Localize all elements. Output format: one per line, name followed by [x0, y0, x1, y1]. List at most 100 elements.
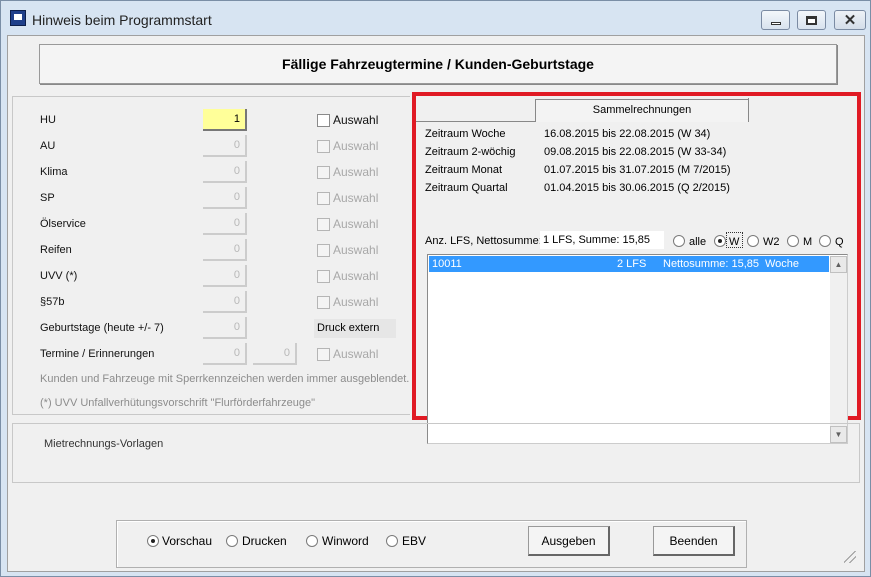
zeitraum-woche-label: Zeitraum Woche	[425, 128, 506, 140]
filter-w-label[interactable]: W	[729, 236, 739, 248]
drucken-radio[interactable]	[226, 535, 238, 547]
close-icon: ✕	[843, 11, 857, 29]
label-klima: Klima	[40, 166, 68, 178]
maximize-button[interactable]	[797, 10, 826, 30]
zeitraum-monat-label: Zeitraum Monat	[425, 164, 503, 176]
filter-alle-radio[interactable]	[673, 235, 685, 247]
minimize-icon	[770, 21, 781, 25]
sammelrechnungen-panel: Sammelrechnungen Zeitraum Woche 16.08.20…	[412, 92, 861, 444]
winword-label[interactable]: Winword	[322, 534, 369, 548]
termine-panel: HU 1 Auswahl AU 0 Auswahl Klima 0 Auswah…	[12, 96, 410, 415]
list-scrollbar[interactable]: ▲ ▼	[830, 256, 847, 443]
zeitraum-monat-value: 01.07.2015 bis 31.07.2015 (M 7/2015)	[544, 164, 731, 176]
zeitraum-quartal-label: Zeitraum Quartal	[425, 182, 508, 194]
label-uvv: UVV (*)	[40, 270, 78, 282]
resize-grip-icon[interactable]	[844, 551, 856, 563]
list-item[interactable]: 10011 2 LFS Nettosumme: 15,85 Woche	[429, 256, 829, 272]
mietrechnung-label: Mietrechnungs-Vorlagen	[44, 438, 164, 450]
klima-count: 0	[203, 161, 247, 183]
label-oelservice: Ölservice	[40, 218, 86, 230]
filter-w2-radio[interactable]	[747, 235, 759, 247]
sp-count: 0	[203, 187, 247, 209]
57b-count: 0	[203, 291, 247, 313]
zeitraum-quartal-value: 01.04.2015 bis 30.06.2015 (Q 2/2015)	[544, 182, 730, 194]
label-57b: §57b	[40, 296, 65, 308]
app-icon	[10, 10, 26, 26]
label-au: AU	[40, 140, 56, 152]
close-button[interactable]: ✕	[834, 10, 866, 30]
tab-divider	[416, 121, 536, 122]
drucken-label[interactable]: Drucken	[242, 534, 287, 548]
filter-q-radio[interactable]	[819, 235, 831, 247]
ebv-radio[interactable]	[386, 535, 398, 547]
au-checkbox	[317, 140, 330, 153]
oelservice-checkbox	[317, 218, 330, 231]
label-termine: Termine / Erinnerungen	[40, 348, 155, 360]
zeitraum-woche-value: 16.08.2015 bis 22.08.2015 (W 34)	[544, 128, 711, 140]
sp-checkbox	[317, 192, 330, 205]
label-hu: HU	[40, 114, 56, 126]
label-reifen: Reifen	[40, 244, 72, 256]
zeitraum-2woechig-value: 09.08.2015 bis 22.08.2015 (W 33-34)	[544, 146, 727, 158]
filter-q-label[interactable]: Q	[835, 236, 844, 248]
sp-checkbox-label: Auswahl	[333, 191, 379, 205]
ebv-label[interactable]: EBV	[402, 534, 426, 548]
ausgeben-button[interactable]: Ausgeben	[528, 526, 610, 556]
sammelrechnung-list[interactable]: 10011 2 LFS Nettosumme: 15,85 Woche ▲ ▼	[427, 254, 848, 444]
termine-checkbox-label: Auswahl	[333, 347, 379, 361]
sperr-note: Kunden und Fahrzeuge mit Sperrkennzeiche…	[40, 373, 410, 385]
zeitraum-2woechig-label: Zeitraum 2-wöchig	[425, 146, 516, 158]
filter-alle-label[interactable]: alle	[689, 236, 706, 248]
geburtstage-count: 0	[203, 317, 247, 339]
title-bar[interactable]: Hinweis beim Programmstart ✕	[1, 1, 870, 35]
reifen-checkbox	[317, 244, 330, 257]
client-area: Fällige Fahrzeugtermine / Kunden-Geburts…	[7, 35, 865, 572]
maximize-icon	[806, 15, 817, 25]
label-geburtstage: Geburtstage (heute +/- 7)	[40, 322, 164, 334]
hu-checkbox[interactable]	[317, 114, 330, 127]
oelservice-checkbox-label: Auswahl	[333, 217, 379, 231]
label-sp: SP	[40, 192, 55, 204]
au-count: 0	[203, 135, 247, 157]
klima-checkbox	[317, 166, 330, 179]
anz-lfs-label: Anz. LFS, Nettosumme:	[425, 235, 542, 247]
list-item-lfs: 2 LFS	[617, 258, 647, 270]
filter-w-radio[interactable]	[714, 235, 726, 247]
mietrechnung-panel	[12, 423, 860, 483]
filter-w2-label[interactable]: W2	[763, 236, 780, 248]
termine-checkbox	[317, 348, 330, 361]
filter-m-label[interactable]: M	[803, 236, 812, 248]
scroll-up-icon[interactable]: ▲	[830, 256, 847, 273]
anz-lfs-value: 1 LFS, Summe: 15,85	[540, 231, 664, 249]
vorschau-radio[interactable]	[147, 535, 159, 547]
termine-count: 0	[203, 343, 247, 365]
au-checkbox-label: Auswahl	[333, 139, 379, 153]
druck-extern-label: Druck extern	[314, 319, 396, 338]
minimize-button[interactable]	[761, 10, 790, 30]
list-item-netto: Nettosumme: 15,85	[663, 258, 759, 270]
reifen-checkbox-label: Auswahl	[333, 243, 379, 257]
dialog-window: Hinweis beim Programmstart ✕ Fällige Fah…	[0, 0, 871, 577]
banner-title: Fällige Fahrzeugtermine / Kunden-Geburts…	[39, 44, 837, 84]
57b-checkbox	[317, 296, 330, 309]
list-item-period: Woche	[765, 258, 800, 270]
erinnerungen-count: 0	[253, 343, 297, 365]
uvv-checkbox	[317, 270, 330, 283]
tab-sammelrechnungen[interactable]: Sammelrechnungen	[535, 99, 749, 122]
list-item-nr: 10011	[432, 258, 462, 270]
hu-checkbox-label[interactable]: Auswahl	[333, 113, 378, 127]
uvv-count: 0	[203, 265, 247, 287]
tab-edge	[748, 98, 749, 122]
klima-checkbox-label: Auswahl	[333, 165, 379, 179]
filter-m-radio[interactable]	[787, 235, 799, 247]
oelservice-count: 0	[203, 213, 247, 235]
uvv-note: (*) UVV Unfallverhütungsvorschrift "Flur…	[40, 397, 315, 409]
57b-checkbox-label: Auswahl	[333, 295, 379, 309]
uvv-checkbox-label: Auswahl	[333, 269, 379, 283]
winword-radio[interactable]	[306, 535, 318, 547]
window-title: Hinweis beim Programmstart	[32, 12, 212, 28]
beenden-button[interactable]: Beenden	[653, 526, 735, 556]
reifen-count: 0	[203, 239, 247, 261]
vorschau-label[interactable]: Vorschau	[162, 534, 212, 548]
hu-count[interactable]: 1	[203, 109, 247, 131]
